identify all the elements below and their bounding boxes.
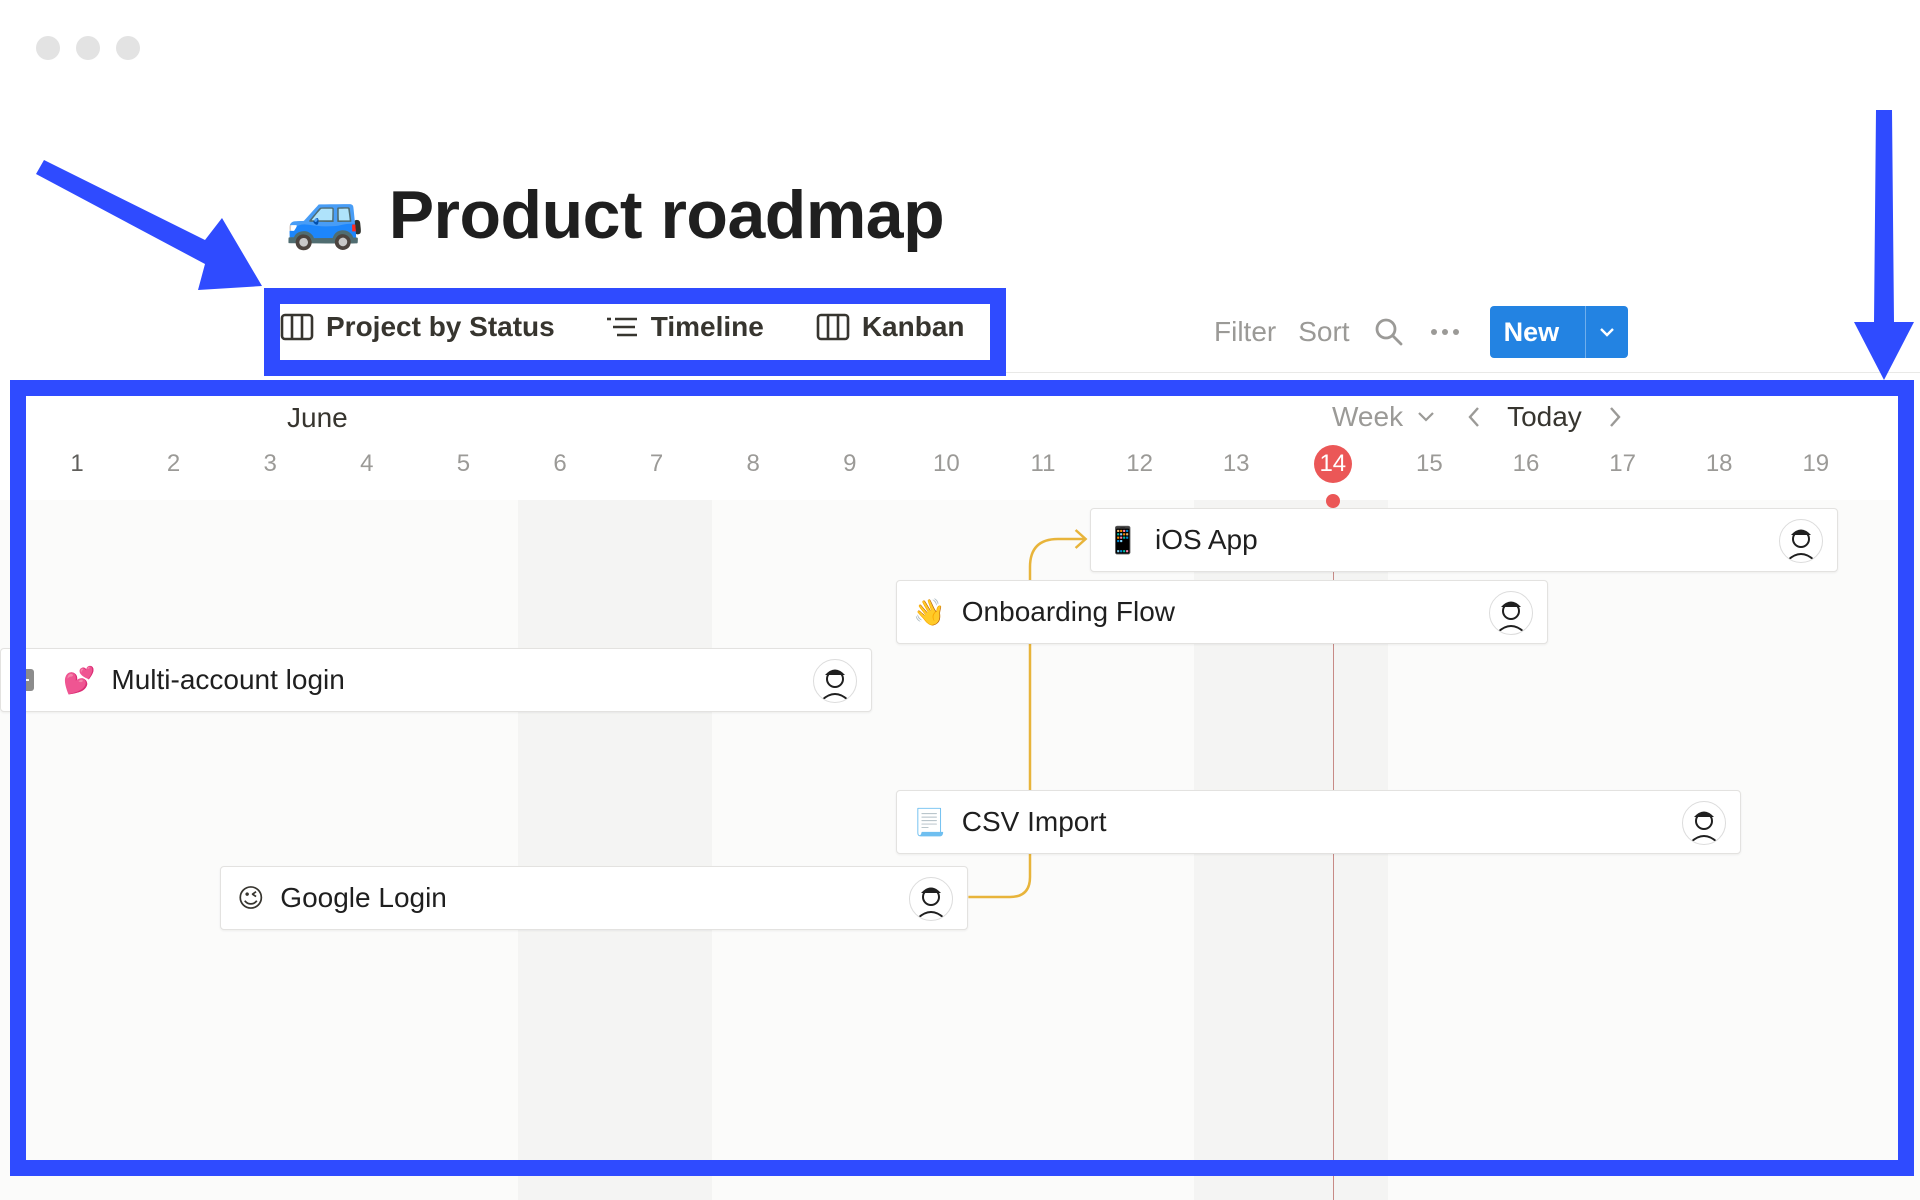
tab-label: Timeline [650,311,764,342]
avatar-man[interactable] [1488,591,1533,635]
window-close-dot[interactable] [36,36,60,60]
day-label: 12 [1126,450,1153,477]
timeline-card[interactable]: 👋 Onboarding Flow [896,580,1548,644]
day-label: 16 [1512,450,1540,477]
item-emoji: 💕 [63,665,96,695]
item-title: Onboarding Flow [961,596,1175,627]
item-emoji: 👋 [913,597,946,627]
day-label: 15 [1416,450,1443,477]
database-toolbar: Filter Sort New [1214,306,1629,358]
item-title: Google Login [280,882,447,913]
tab-label: Project by Status [326,311,555,342]
timeline-controls: Week Today [1332,394,1630,440]
timeline-card[interactable]: 📃 CSV Import [896,790,1742,854]
tab-kanban[interactable]: Kanban [816,302,965,352]
day-label: 5 [456,450,471,477]
avatar-man[interactable] [1682,801,1727,845]
arrow-icon [1854,110,1914,380]
more-icon[interactable] [1428,315,1462,349]
view-tabs: Project by Status Timeline Kanban [280,302,965,352]
day-label: 9 [843,450,857,477]
day-label: 17 [1609,450,1636,477]
page-icon[interactable]: 🚙 [285,183,365,247]
tab-label: Kanban [861,311,965,342]
arrow-left-icon[interactable] [1,649,43,711]
timeline-icon [606,317,637,337]
weekend-column [518,500,712,1200]
day-label: 2 [166,450,181,477]
new-dropdown-button[interactable] [1585,306,1628,358]
board-icon [280,313,314,341]
month-label: June [287,402,348,433]
timeline-view: June Week Today 1 2 3 4 5 6 7 8 9 10 11 12 13 14 15 16 1… [0,384,1920,1200]
day-label: 7 [649,450,664,477]
new-button[interactable]: New [1490,306,1586,358]
filter-button[interactable]: Filter [1214,316,1276,348]
window-minimize-dot[interactable] [76,36,100,60]
chevron-down-icon [1600,328,1614,337]
day-label: 19 [1802,450,1830,477]
day-header: 1 2 3 4 5 6 7 8 9 10 11 12 13 14 15 16 17 18 19 [0,442,1920,486]
window-zoom-dot[interactable] [116,36,140,60]
day-label: 14 [1319,450,1347,477]
board-icon [816,313,850,341]
tab-timeline[interactable]: Timeline [605,302,764,352]
day-label: 1 [70,450,84,477]
day-label: 4 [360,450,374,477]
day-label: 11 [1030,450,1056,477]
scale-dropdown[interactable]: Week [1332,401,1403,433]
timeline-card[interactable]: 😉 Google Login [220,866,969,930]
sort-button[interactable]: Sort [1298,316,1349,348]
today-marker [1325,494,1340,508]
item-emoji: 😉 [237,883,265,913]
new-button-group: New [1489,306,1629,358]
day-label: 10 [933,450,960,477]
item-title: Multi-account login [111,664,345,695]
arrow-icon [36,160,262,290]
divider [270,372,1920,373]
item-emoji: 📃 [913,807,946,837]
item-title: CSV Import [961,806,1107,837]
page-title-row: 🚙 Product roadmap [285,172,945,258]
tab-project-by-status[interactable]: Project by Status [280,302,555,352]
next-arrow-icon[interactable] [1600,402,1630,432]
chevron-down-icon[interactable] [1411,402,1441,432]
day-label: 3 [263,450,277,477]
page-title[interactable]: Product roadmap [389,176,945,254]
day-label: 18 [1705,450,1733,477]
timeline-card[interactable]: 📱 iOS App [1089,508,1838,572]
timeline-card[interactable]: 💕 Multi-account login [0,648,872,712]
avatar-woman[interactable] [909,877,954,921]
item-emoji: 📱 [1106,525,1139,555]
avatar-woman[interactable] [812,659,857,703]
previous-arrow-icon[interactable] [1459,402,1489,432]
search-icon[interactable] [1372,315,1406,349]
today-button[interactable]: Today [1507,401,1582,433]
day-label: 6 [553,450,567,477]
day-label: 13 [1222,450,1250,477]
avatar-woman[interactable] [1778,519,1823,563]
day-label: 8 [746,450,760,477]
item-title: iOS App [1154,524,1258,555]
